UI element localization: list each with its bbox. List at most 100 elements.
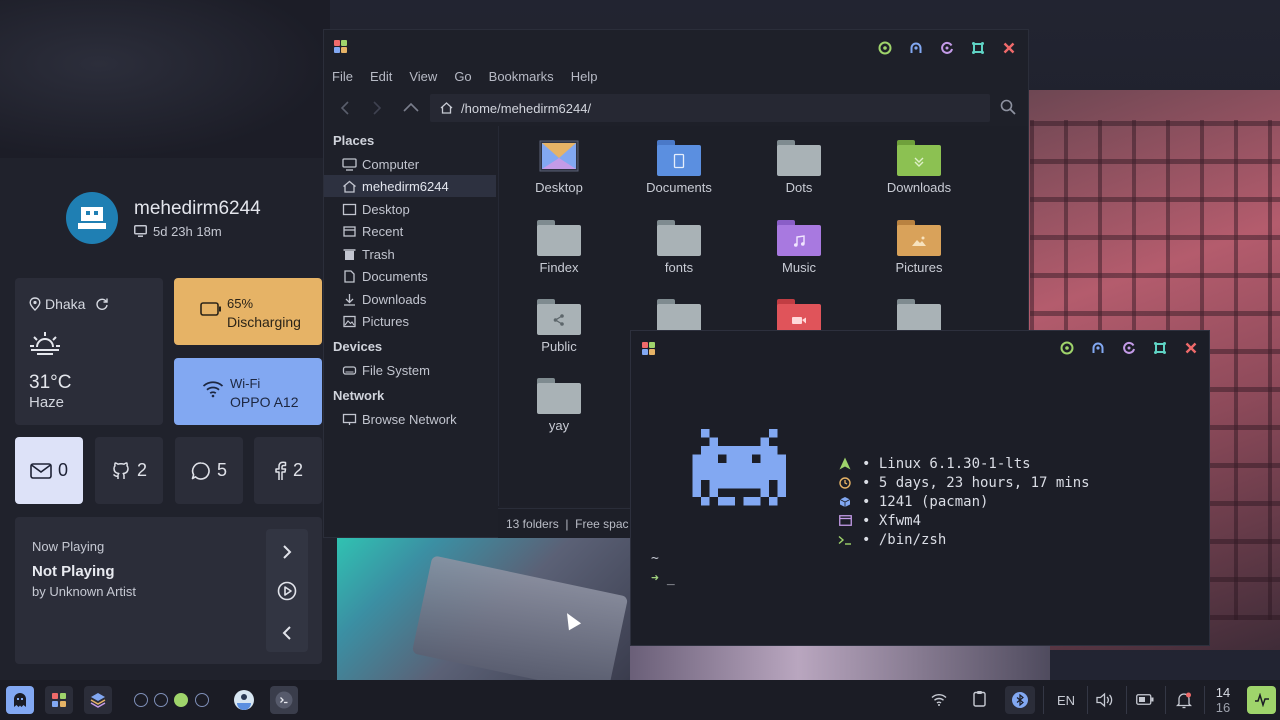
sidebar-item-home[interactable]: mehedirm6244 <box>324 175 496 197</box>
up-button[interactable] <box>402 101 420 113</box>
weather-temperature: 31°C <box>29 372 72 393</box>
tray-divider <box>1043 686 1044 714</box>
clock-icon <box>839 476 851 489</box>
prompt-symbol: ➜ <box>651 571 659 586</box>
file-label: Dots <box>785 180 813 195</box>
sidebar-item-downloads[interactable]: Downloads <box>324 288 496 310</box>
shade-icon <box>910 42 922 53</box>
app-grid-button[interactable] <box>45 686 73 714</box>
shade-icon <box>1092 342 1104 353</box>
folder-desktop[interactable]: Desktop <box>504 140 614 195</box>
terminal-body[interactable]: • Linux 6.1.30-1-lts • 5 days, 23 hours,… <box>631 365 1209 645</box>
close-button[interactable] <box>1182 339 1200 357</box>
sidebar-item-pictures[interactable]: Pictures <box>324 310 496 332</box>
sidebar-item-desktop[interactable]: Desktop <box>324 198 496 220</box>
folder-yay[interactable]: yay <box>504 378 614 433</box>
arch-icon <box>839 457 851 470</box>
github-button[interactable]: 2 <box>95 437 163 504</box>
mail-button[interactable]: 0 <box>15 437 83 504</box>
play-button[interactable] <box>277 581 297 601</box>
close-icon <box>1185 342 1197 354</box>
profile: mehedirm6244 5d 23h 18m <box>66 192 261 244</box>
bluetooth-button[interactable] <box>1005 686 1035 714</box>
back-button[interactable] <box>338 100 352 116</box>
wifi-tray-icon[interactable] <box>931 693 947 706</box>
workspace-3[interactable] <box>174 693 188 707</box>
info-row-kernel: • Linux 6.1.30-1-lts <box>836 454 1090 473</box>
wifi-icon <box>202 381 224 398</box>
sidebar-item-browse-network[interactable]: Browse Network <box>324 408 496 430</box>
menu-bookmarks[interactable]: Bookmarks <box>489 69 554 84</box>
menu-go[interactable]: Go <box>454 69 471 84</box>
sidebar-item-label: Trash <box>362 246 395 262</box>
workspace-2[interactable] <box>154 693 168 707</box>
maximize-button[interactable] <box>969 39 987 57</box>
file-manager-titlebar[interactable] <box>324 30 1028 64</box>
now-playing-label: Now Playing <box>32 539 105 554</box>
tray-divider <box>1204 686 1205 714</box>
music-folder-icon <box>777 220 821 256</box>
folder-icon <box>657 220 701 256</box>
keyboard-layout[interactable]: EN <box>1057 693 1075 708</box>
battery-tray-icon[interactable] <box>1136 694 1154 705</box>
battery-card[interactable]: 65% Discharging <box>174 278 322 345</box>
chat-button[interactable]: 5 <box>175 437 243 504</box>
weather-location-label: Dhaka <box>45 296 86 312</box>
minimize-button[interactable] <box>1120 339 1138 357</box>
wallpaper-strip <box>630 640 1050 680</box>
sidebar-item-recent[interactable]: Recent <box>324 220 496 242</box>
menu-file[interactable]: File <box>332 69 353 84</box>
terminal-window[interactable]: • Linux 6.1.30-1-lts • 5 days, 23 hours,… <box>630 330 1210 646</box>
folder-findex[interactable]: Findex <box>504 220 614 275</box>
terminal-titlebar[interactable] <box>631 331 1209 365</box>
folder-fonts[interactable]: fonts <box>624 220 734 275</box>
refresh-icon[interactable] <box>95 297 109 311</box>
folder-dots[interactable]: Dots <box>744 140 854 195</box>
folder-public[interactable]: Public <box>504 299 614 354</box>
wifi-card[interactable]: Wi-Fi OPPO A12 <box>174 358 322 425</box>
clock[interactable]: 14 16 <box>1213 685 1233 715</box>
menu-help[interactable]: Help <box>571 69 598 84</box>
system-monitor-button[interactable] <box>1247 686 1276 714</box>
shade-button[interactable] <box>907 39 925 57</box>
taskbar-terminal[interactable] <box>270 686 298 714</box>
folder-pictures[interactable]: Pictures <box>864 220 974 275</box>
track-title: Not Playing <box>32 563 115 580</box>
volume-icon[interactable] <box>1096 692 1114 708</box>
clipboard-icon[interactable] <box>973 690 986 707</box>
layers-icon <box>90 693 106 708</box>
next-track-button[interactable] <box>277 542 297 562</box>
menu-edit[interactable]: Edit <box>370 69 392 84</box>
forward-button[interactable] <box>370 100 384 116</box>
info-text: • /bin/zsh <box>862 531 947 548</box>
app-menu-button[interactable] <box>6 686 34 714</box>
close-button[interactable] <box>1000 39 1018 57</box>
shade-button[interactable] <box>1089 339 1107 357</box>
location-path: /home/mehedirm6244/ <box>461 100 592 116</box>
maximize-button[interactable] <box>1151 339 1169 357</box>
drive-icon <box>342 365 357 375</box>
downloads-folder-icon <box>897 140 941 176</box>
search-icon[interactable] <box>1000 99 1016 115</box>
wifi-label: Wi-Fi <box>230 376 261 391</box>
sidebar-item-documents[interactable]: Documents <box>324 265 496 287</box>
workspace-1[interactable] <box>134 693 148 707</box>
menu-view[interactable]: View <box>409 69 437 84</box>
sidebar-item-filesystem[interactable]: File System <box>324 359 496 381</box>
avatar <box>66 192 118 244</box>
location-bar[interactable]: /home/mehedirm6244/ <box>430 94 990 122</box>
taskbar-file-manager[interactable] <box>230 686 258 714</box>
folder-music[interactable]: Music <box>744 220 854 275</box>
pin-button[interactable] <box>1058 339 1076 357</box>
minimize-button[interactable] <box>938 39 956 57</box>
sidebar-item-computer[interactable]: Computer <box>324 153 496 175</box>
folder-downloads[interactable]: Downloads <box>864 140 974 195</box>
facebook-button[interactable]: 2 <box>254 437 322 504</box>
previous-track-button[interactable] <box>277 623 297 643</box>
folder-documents[interactable]: Documents <box>624 140 734 195</box>
pin-button[interactable] <box>876 39 894 57</box>
sidebar-item-trash[interactable]: Trash <box>324 243 496 265</box>
layers-button[interactable] <box>84 686 112 714</box>
notification-bell-icon[interactable] <box>1176 691 1192 709</box>
workspace-4[interactable] <box>195 693 209 707</box>
